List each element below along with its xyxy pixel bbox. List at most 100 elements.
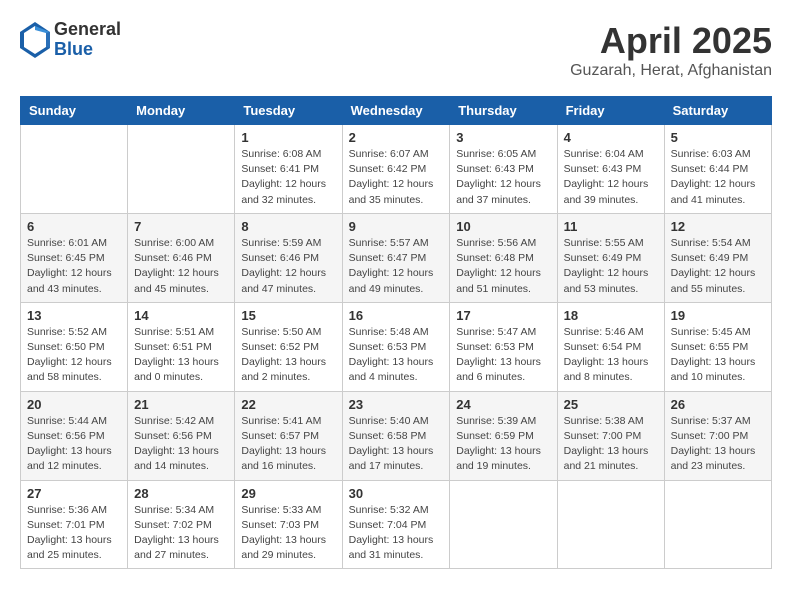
logo-icon — [20, 22, 50, 58]
calendar-cell: 27 Sunrise: 5:36 AMSunset: 7:01 PMDayligh… — [21, 480, 128, 569]
day-number: 6 — [27, 219, 121, 234]
calendar-cell: 17 Sunrise: 5:47 AMSunset: 6:53 PMDayligh… — [450, 302, 557, 391]
day-number: 5 — [671, 130, 765, 145]
calendar-cell — [664, 480, 771, 569]
calendar-week-5: 27 Sunrise: 5:36 AMSunset: 7:01 PMDayligh… — [21, 480, 772, 569]
day-info: Sunrise: 5:57 AMSunset: 6:47 PMDaylight:… — [349, 236, 444, 297]
calendar-cell — [450, 480, 557, 569]
header-saturday: Saturday — [664, 97, 771, 125]
calendar-cell — [557, 480, 664, 569]
day-number: 28 — [134, 486, 228, 501]
day-info: Sunrise: 5:40 AMSunset: 6:58 PMDaylight:… — [349, 414, 444, 475]
day-number: 11 — [564, 219, 658, 234]
day-number: 22 — [241, 397, 335, 412]
calendar-cell: 18 Sunrise: 5:46 AMSunset: 6:54 PMDayligh… — [557, 302, 664, 391]
day-number: 7 — [134, 219, 228, 234]
calendar-cell — [21, 125, 128, 214]
day-number: 4 — [564, 130, 658, 145]
calendar-week-4: 20 Sunrise: 5:44 AMSunset: 6:56 PMDayligh… — [21, 391, 772, 480]
day-number: 14 — [134, 308, 228, 323]
calendar-cell: 4 Sunrise: 6:04 AMSunset: 6:43 PMDaylight… — [557, 125, 664, 214]
logo-text: General Blue — [54, 20, 121, 60]
day-info: Sunrise: 5:45 AMSunset: 6:55 PMDaylight:… — [671, 325, 765, 386]
day-info: Sunrise: 6:00 AMSunset: 6:46 PMDaylight:… — [134, 236, 228, 297]
day-info: Sunrise: 5:33 AMSunset: 7:03 PMDaylight:… — [241, 503, 335, 564]
day-info: Sunrise: 5:32 AMSunset: 7:04 PMDaylight:… — [349, 503, 444, 564]
day-info: Sunrise: 5:44 AMSunset: 6:56 PMDaylight:… — [27, 414, 121, 475]
header-thursday: Thursday — [450, 97, 557, 125]
day-number: 25 — [564, 397, 658, 412]
calendar-cell: 5 Sunrise: 6:03 AMSunset: 6:44 PMDaylight… — [664, 125, 771, 214]
day-info: Sunrise: 5:46 AMSunset: 6:54 PMDaylight:… — [564, 325, 658, 386]
calendar-cell: 24 Sunrise: 5:39 AMSunset: 6:59 PMDayligh… — [450, 391, 557, 480]
day-number: 24 — [456, 397, 550, 412]
day-number: 23 — [349, 397, 444, 412]
header-friday: Friday — [557, 97, 664, 125]
day-number: 9 — [349, 219, 444, 234]
calendar-week-3: 13 Sunrise: 5:52 AMSunset: 6:50 PMDayligh… — [21, 302, 772, 391]
day-info: Sunrise: 5:52 AMSunset: 6:50 PMDaylight:… — [27, 325, 121, 386]
day-info: Sunrise: 6:07 AMSunset: 6:42 PMDaylight:… — [349, 147, 444, 208]
day-number: 1 — [241, 130, 335, 145]
calendar-cell: 28 Sunrise: 5:34 AMSunset: 7:02 PMDayligh… — [128, 480, 235, 569]
day-info: Sunrise: 5:34 AMSunset: 7:02 PMDaylight:… — [134, 503, 228, 564]
day-info: Sunrise: 5:47 AMSunset: 6:53 PMDaylight:… — [456, 325, 550, 386]
calendar-cell: 15 Sunrise: 5:50 AMSunset: 6:52 PMDayligh… — [235, 302, 342, 391]
day-info: Sunrise: 6:04 AMSunset: 6:43 PMDaylight:… — [564, 147, 658, 208]
calendar-cell: 10 Sunrise: 5:56 AMSunset: 6:48 PMDayligh… — [450, 213, 557, 302]
calendar-table: SundayMondayTuesdayWednesdayThursdayFrid… — [20, 96, 772, 569]
day-number: 3 — [456, 130, 550, 145]
day-info: Sunrise: 5:39 AMSunset: 6:59 PMDaylight:… — [456, 414, 550, 475]
month-title: April 2025 — [570, 20, 772, 62]
page-header: General Blue April 2025 Guzarah, Herat, … — [20, 20, 772, 80]
calendar-cell: 13 Sunrise: 5:52 AMSunset: 6:50 PMDayligh… — [21, 302, 128, 391]
day-info: Sunrise: 5:36 AMSunset: 7:01 PMDaylight:… — [27, 503, 121, 564]
day-number: 21 — [134, 397, 228, 412]
calendar-cell: 30 Sunrise: 5:32 AMSunset: 7:04 PMDayligh… — [342, 480, 450, 569]
day-number: 16 — [349, 308, 444, 323]
day-number: 13 — [27, 308, 121, 323]
day-number: 8 — [241, 219, 335, 234]
calendar-cell: 26Sunrise: 5:37 AMSunset: 7:00 PMDayligh… — [664, 391, 771, 480]
day-number: 15 — [241, 308, 335, 323]
calendar-cell: 11 Sunrise: 5:55 AMSunset: 6:49 PMDayligh… — [557, 213, 664, 302]
day-info: Sunrise: 5:48 AMSunset: 6:53 PMDaylight:… — [349, 325, 444, 386]
day-info: Sunrise: 5:51 AMSunset: 6:51 PMDaylight:… — [134, 325, 228, 386]
calendar-cell: 25 Sunrise: 5:38 AMSunset: 7:00 PMDayligh… — [557, 391, 664, 480]
day-number: 20 — [27, 397, 121, 412]
day-number: 27 — [27, 486, 121, 501]
day-number: 30 — [349, 486, 444, 501]
day-info: Sunrise: 5:42 AMSunset: 6:56 PMDaylight:… — [134, 414, 228, 475]
day-info: Sunrise: 5:37 AMSunset: 7:00 PMDaylight:… — [671, 414, 765, 475]
day-info: Sunrise: 5:38 AMSunset: 7:00 PMDaylight:… — [564, 414, 658, 475]
day-info: Sunrise: 6:03 AMSunset: 6:44 PMDaylight:… — [671, 147, 765, 208]
day-info: Sunrise: 5:55 AMSunset: 6:49 PMDaylight:… — [564, 236, 658, 297]
day-number: 17 — [456, 308, 550, 323]
calendar-cell: 2Sunrise: 6:07 AMSunset: 6:42 PMDaylight… — [342, 125, 450, 214]
header-monday: Monday — [128, 97, 235, 125]
calendar-header-row: SundayMondayTuesdayWednesdayThursdayFrid… — [21, 97, 772, 125]
day-number: 19 — [671, 308, 765, 323]
header-sunday: Sunday — [21, 97, 128, 125]
calendar-cell: 16 Sunrise: 5:48 AMSunset: 6:53 PMDayligh… — [342, 302, 450, 391]
calendar-week-2: 6Sunrise: 6:01 AMSunset: 6:45 PMDaylight… — [21, 213, 772, 302]
header-wednesday: Wednesday — [342, 97, 450, 125]
calendar-cell: 3 Sunrise: 6:05 AMSunset: 6:43 PMDaylight… — [450, 125, 557, 214]
day-info: Sunrise: 5:54 AMSunset: 6:49 PMDaylight:… — [671, 236, 765, 297]
day-number: 12 — [671, 219, 765, 234]
calendar-cell: 14 Sunrise: 5:51 AMSunset: 6:51 PMDayligh… — [128, 302, 235, 391]
calendar-cell: 20 Sunrise: 5:44 AMSunset: 6:56 PMDayligh… — [21, 391, 128, 480]
day-info: Sunrise: 5:50 AMSunset: 6:52 PMDaylight:… — [241, 325, 335, 386]
header-tuesday: Tuesday — [235, 97, 342, 125]
day-number: 10 — [456, 219, 550, 234]
calendar-cell: 22Sunrise: 5:41 AMSunset: 6:57 PMDayligh… — [235, 391, 342, 480]
calendar-cell: 29Sunrise: 5:33 AMSunset: 7:03 PMDayligh… — [235, 480, 342, 569]
calendar-cell: 8Sunrise: 5:59 AMSunset: 6:46 PMDaylight… — [235, 213, 342, 302]
day-info: Sunrise: 6:05 AMSunset: 6:43 PMDaylight:… — [456, 147, 550, 208]
location-title: Guzarah, Herat, Afghanistan — [570, 62, 772, 80]
day-info: Sunrise: 5:56 AMSunset: 6:48 PMDaylight:… — [456, 236, 550, 297]
logo: General Blue — [20, 20, 121, 60]
day-number: 18 — [564, 308, 658, 323]
title-block: April 2025 Guzarah, Herat, Afghanistan — [570, 20, 772, 80]
calendar-cell: 1Sunrise: 6:08 AMSunset: 6:41 PMDaylight… — [235, 125, 342, 214]
